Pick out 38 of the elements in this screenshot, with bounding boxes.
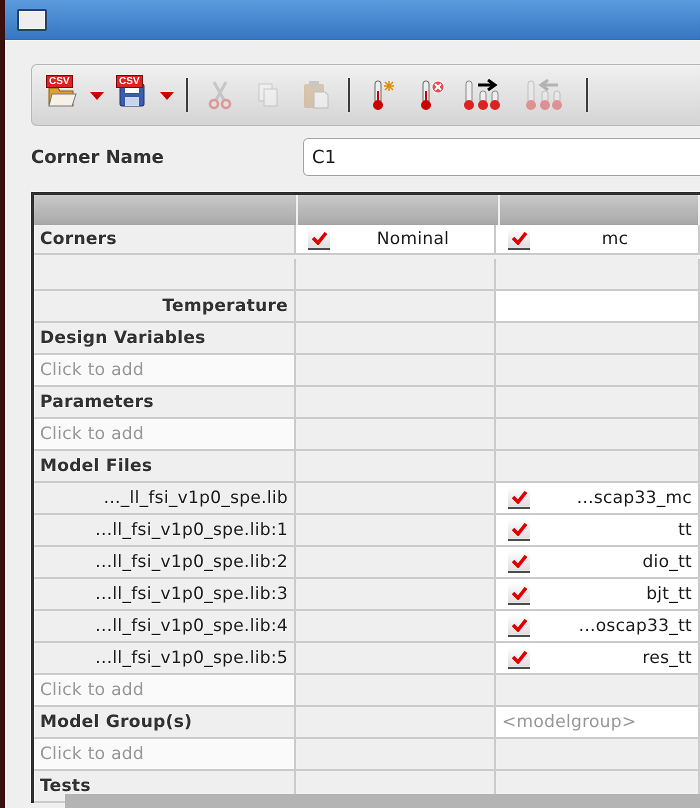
model-file-cell: ..._ll_fsi_v1p0_spe.lib [34,483,296,515]
corners-label: Corners [34,225,296,255]
section-label: Parameters [34,387,296,419]
corner-name: mc [600,229,630,249]
checkbox[interactable] [508,647,530,669]
checkbox[interactable] [508,228,530,250]
model-file-cell: ...ll_fsi_v1p0_spe.lib:2 [34,547,296,579]
model-file-cell: ...ll_fsi_v1p0_spe.lib:3 [34,579,296,611]
corner-name: Nominal [376,229,450,249]
section-label: Model Files [34,451,296,483]
model-section-cell-text: ...oscap33_tt [578,616,692,636]
click-to-add-field[interactable]: Click to add [34,419,296,451]
checkbox[interactable] [508,519,530,541]
model-file-cell: ...ll_fsi_v1p0_spe.lib:4 [34,611,296,643]
horizontal-scrollbar[interactable] [65,794,700,808]
corner-name-field[interactable]: C1 [303,138,700,176]
click-to-add-field[interactable]: Click to add [34,739,296,771]
checkbox[interactable] [508,551,530,573]
click-to-add-field[interactable]: Click to add [34,355,296,387]
model-section-cell-text: ...scap33_mc [576,488,692,508]
model-section-cell-text: tt [677,520,692,540]
checkbox[interactable] [308,228,330,250]
section-label: Model Group(s) [34,707,296,739]
window-icon[interactable] [17,9,47,31]
checkbox[interactable] [508,487,530,509]
model-section-cell-text: bjt_tt [645,584,692,604]
row-label: Temperature [34,291,296,323]
checkbox[interactable] [508,583,530,605]
checkbox[interactable] [508,615,530,637]
section-label: Design Variables [34,323,296,355]
corner-name-label: Corner Name [31,146,165,168]
model-file-cell: ...ll_fsi_v1p0_spe.lib:1 [34,515,296,547]
model-file-cell: ...ll_fsi_v1p0_spe.lib:5 [34,643,296,675]
click-to-add-field[interactable]: Click to add [34,675,296,707]
model-section-cell-text: dio_tt [641,552,692,572]
model-section-cell-text: res_tt [641,648,692,668]
model-group-field[interactable]: <modelgroup> [496,707,700,739]
temperature-field[interactable] [496,291,700,323]
